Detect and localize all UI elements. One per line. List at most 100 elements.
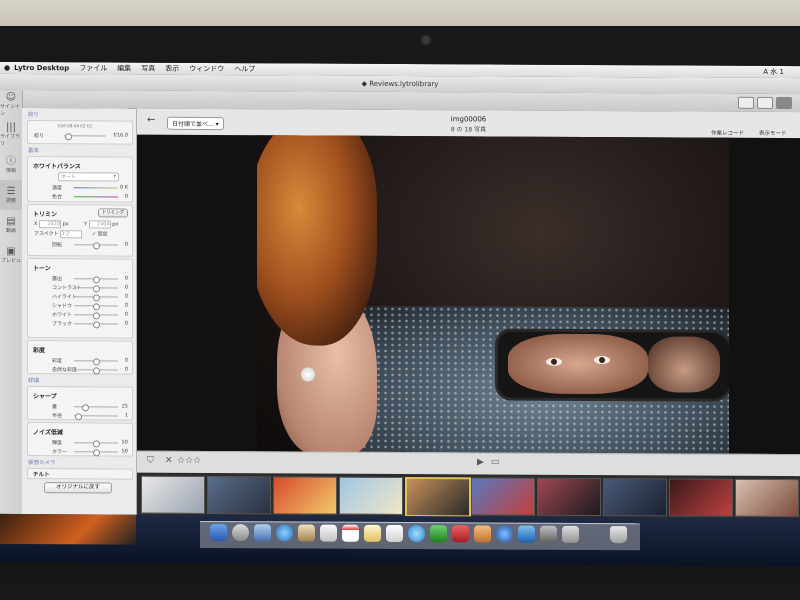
rail-adjust[interactable]: ☰ 調整 (0, 179, 22, 211)
aperture-box: f/16 f/8 f/4 f/2 f/1 絞り f/16.0 (27, 120, 133, 145)
menu-view[interactable]: 表示 (165, 64, 179, 74)
slider-value: 0 (124, 320, 128, 327)
menu-window[interactable]: ウィンドウ (189, 64, 224, 74)
crop-aspect-label: アスペクト (34, 231, 59, 238)
rating-stars[interactable]: ☆☆☆ (177, 456, 201, 466)
play-icon[interactable]: ▶ (477, 457, 484, 467)
lytro-icon[interactable] (562, 525, 579, 543)
saturation-title: 彩度 (33, 347, 46, 355)
crop-button[interactable]: トリミング (98, 208, 128, 218)
reset-original-button[interactable]: オリジナルに戻す (44, 482, 112, 494)
adjust-panel: 絞り f/16 f/8 f/4 f/2 f/1 絞り f/16.0 基本 ホワイ… (22, 108, 137, 549)
thumbnail[interactable] (207, 475, 271, 515)
apple-icon[interactable]: ● (4, 64, 10, 72)
menu-edit[interactable]: 編集 (117, 64, 131, 74)
rotate-knob[interactable] (93, 242, 100, 250)
slider-knob[interactable] (93, 276, 100, 284)
work-record-label[interactable]: 作業レコード (711, 129, 744, 137)
thumbnail[interactable] (339, 476, 403, 516)
contacts-icon[interactable] (320, 524, 337, 542)
messages-icon[interactable] (408, 525, 425, 543)
slider-knob[interactable] (93, 358, 100, 366)
display-mode-label[interactable]: 表示モード (759, 129, 787, 137)
menu-file[interactable]: ファイル (79, 63, 107, 73)
rail-label: プレビュ (0, 257, 21, 264)
temperature-track[interactable] (74, 187, 118, 189)
main-photo[interactable] (257, 135, 729, 454)
slider-track[interactable] (74, 406, 118, 408)
launchpad-icon[interactable] (232, 524, 249, 542)
thumbnail[interactable] (537, 477, 601, 517)
tilt-box[interactable]: チルト (27, 468, 133, 480)
thumbnail[interactable] (273, 476, 337, 515)
calendar-icon[interactable] (342, 524, 359, 542)
reminders-icon[interactable] (386, 524, 403, 543)
rail-library[interactable]: ||| ライブラリ (0, 120, 22, 150)
check-icon[interactable]: ✓ (92, 231, 96, 237)
aperture-knob[interactable] (65, 133, 73, 141)
sharpen-box: シャープ 量 25 半径 1 (27, 386, 133, 421)
app-store-icon[interactable] (518, 525, 535, 543)
mail-icon[interactable] (298, 524, 315, 542)
rail-preview[interactable]: ▣ プレビュ (0, 240, 22, 270)
slider-knob[interactable] (82, 404, 89, 412)
menu-help[interactable]: ヘルプ (234, 64, 255, 74)
thumbnail[interactable] (471, 477, 535, 516)
mission-control-icon[interactable] (254, 524, 271, 542)
tint-track[interactable] (74, 196, 118, 198)
system-preferences-icon[interactable] (540, 525, 557, 543)
crop-y-field[interactable]: 2404 (88, 220, 111, 229)
photo-viewer[interactable] (137, 134, 800, 455)
grid-view-button[interactable] (738, 96, 754, 109)
photo-booth-icon[interactable] (452, 525, 469, 543)
menu-photo[interactable]: 写真 (141, 64, 155, 74)
facetime-icon[interactable] (430, 525, 447, 543)
slider-knob[interactable] (93, 440, 100, 448)
user-icon: ☺ (5, 91, 17, 103)
slider-label: ブラック (52, 321, 73, 328)
crop-x-field[interactable]: 2020 (39, 220, 62, 229)
itunes-icon[interactable] (496, 525, 513, 543)
crop-y-label: Y (84, 221, 88, 228)
noise-title: ノイズ低減 (33, 429, 63, 437)
filmstrip-view-button[interactable] (776, 96, 792, 110)
slider-value: 0 K (119, 184, 128, 191)
thumbnail[interactable] (141, 475, 205, 514)
flag-icon[interactable]: ⛉ (147, 456, 154, 466)
reject-icon[interactable]: ✕ (165, 456, 173, 466)
slider-value: 0 (124, 302, 128, 309)
slider-knob[interactable] (93, 303, 100, 311)
thumbnail[interactable] (735, 478, 799, 518)
rail-label: サインイン (0, 103, 21, 117)
trash-icon[interactable] (610, 526, 627, 544)
slider-knob[interactable] (75, 413, 83, 421)
single-view-button[interactable] (757, 96, 773, 109)
menubar-status[interactable]: A 水 1 (763, 67, 784, 77)
slider-knob[interactable] (93, 312, 100, 320)
iphoto-icon[interactable] (474, 525, 491, 543)
earring (301, 367, 315, 382)
tone-box: トーン 露出 0 コントラスト 0 ハイライト 0 シャドウ 0 ホワイト 0 ブラック 0 (27, 258, 133, 339)
menu-app[interactable]: Lytro Desktop (14, 64, 69, 72)
filmstrip (137, 472, 800, 519)
thumbnail-selected[interactable] (405, 477, 471, 518)
thumbnail[interactable] (603, 478, 667, 517)
rail-signin[interactable]: ☺ サインイン (0, 90, 22, 120)
slider-knob[interactable] (93, 285, 100, 293)
thumbnail[interactable] (669, 478, 733, 517)
crop-aspect-select[interactable]: 3:2 (60, 230, 83, 239)
rail-info[interactable]: ⓘ 情報 (0, 150, 22, 180)
screen-icon[interactable]: ▭ (491, 457, 500, 467)
slider-knob[interactable] (93, 321, 100, 329)
finder-icon[interactable] (210, 524, 227, 542)
crop-aspect-group: アスペクト 3:2 ✓ 固定 (34, 230, 108, 239)
safari-icon[interactable] (276, 524, 293, 542)
slider-knob[interactable] (93, 294, 100, 302)
notes-icon[interactable] (364, 524, 381, 542)
slider-knob[interactable] (93, 449, 100, 457)
white-balance-preset-select[interactable]: オート ▾ (58, 172, 119, 182)
slider-label: シャドウ (52, 303, 73, 310)
rail-video[interactable]: ▤ 動画 (0, 210, 22, 240)
slider-label: カラー (52, 449, 68, 456)
slider-knob[interactable] (93, 367, 100, 375)
